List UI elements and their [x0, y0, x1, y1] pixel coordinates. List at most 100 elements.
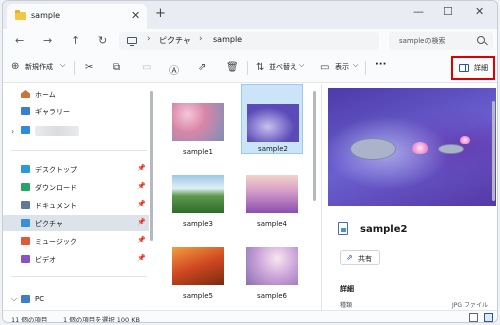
- sidebar-scrollbar[interactable]: [150, 91, 153, 241]
- file-item[interactable]: sample2: [241, 84, 303, 154]
- sidebar-item-documents[interactable]: ドキュメント 📌: [3, 197, 149, 213]
- chevron-right-icon: ›: [147, 34, 151, 44]
- cut-icon[interactable]: ✂: [85, 62, 93, 73]
- preview-pane: sample2 ⇗ 共有 詳細 種類 JPG ファイル: [321, 84, 497, 310]
- search-input[interactable]: sampleの検索: [389, 32, 493, 50]
- file-explorer-window: sample ✕ + — ☐ ✕ ← → ↑ ↻ › ピクチャ › sample…: [2, 0, 498, 323]
- pin-icon: 📌: [137, 200, 146, 208]
- share-icon[interactable]: ⇗: [198, 62, 206, 73]
- pc-icon: [21, 295, 30, 303]
- details-pane-button[interactable]: 詳細: [451, 56, 495, 80]
- status-bar: 11 個の項目 1 個の項目を選択 100 KB: [3, 310, 497, 323]
- refresh-icon[interactable]: ↻: [98, 34, 107, 47]
- tab-sample[interactable]: sample ✕: [7, 4, 147, 29]
- share-button[interactable]: ⇗ 共有: [340, 250, 380, 265]
- file-grid: sample1 sample2 sample3 sample4 sample5 …: [155, 84, 321, 310]
- sidebar-item-label: ギャラリー: [35, 108, 70, 116]
- more-options-button[interactable]: ···: [375, 59, 386, 70]
- minimize-icon[interactable]: —: [413, 5, 424, 18]
- paste-icon[interactable]: ▭: [142, 62, 151, 73]
- sidebar-item-account[interactable]: [3, 122, 149, 138]
- sidebar-item-downloads[interactable]: ダウンロード 📌: [3, 179, 149, 195]
- home-icon: [21, 90, 30, 98]
- video-icon: [21, 255, 30, 263]
- gallery-icon: [21, 107, 30, 115]
- sidebar-item-label: ドキュメント: [35, 202, 77, 210]
- rename-icon[interactable]: Ⓐ: [169, 62, 179, 77]
- breadcrumb[interactable]: › ピクチャ › sample: [119, 32, 379, 50]
- address-bar: ← → ↑ ↻ › ピクチャ › sample sampleの検索: [3, 29, 497, 53]
- thumbnail: [172, 103, 224, 141]
- pin-icon: 📌: [137, 236, 146, 244]
- divider: [247, 61, 248, 75]
- tab-title: sample: [31, 11, 61, 20]
- sidebar-item-videos[interactable]: ビデオ 📌: [3, 251, 149, 267]
- detail-value: JPG ファイル: [452, 302, 488, 309]
- preview-file-name: sample2: [360, 224, 408, 235]
- sidebar-item-label: ミュージック: [35, 238, 77, 246]
- file-name: sample3: [183, 220, 213, 228]
- file-item[interactable]: sample6: [241, 242, 303, 312]
- details-heading: 詳細: [340, 285, 354, 293]
- thumbnail: [246, 175, 298, 213]
- chevron-down-icon: ⌵: [299, 61, 305, 69]
- large-icons-view-icon[interactable]: [484, 313, 493, 322]
- sidebar-item-label: ホーム: [35, 91, 56, 99]
- close-icon[interactable]: ✕: [475, 5, 484, 18]
- file-item[interactable]: sample1: [167, 98, 229, 168]
- detail-key: 種類: [340, 302, 353, 309]
- file-item[interactable]: sample4: [241, 170, 303, 240]
- sidebar-item-label: ピクチャ: [35, 220, 63, 228]
- pin-icon: 📌: [137, 182, 146, 190]
- breadcrumb-pictures[interactable]: ピクチャ: [159, 35, 191, 46]
- sort-button[interactable]: 並べ替え: [269, 62, 297, 72]
- file-name: sample6: [257, 292, 287, 300]
- music-icon: [21, 237, 30, 245]
- preview-image: [328, 88, 496, 206]
- copy-icon[interactable]: ⧉: [113, 62, 120, 73]
- divider: [74, 61, 75, 75]
- sidebar-item-music[interactable]: ミュージック 📌: [3, 233, 149, 249]
- search-icon: [477, 36, 485, 44]
- new-tab-button[interactable]: +: [155, 6, 166, 21]
- file-item[interactable]: sample5: [167, 242, 229, 312]
- thumbnail: [172, 247, 224, 285]
- divider: [11, 150, 147, 151]
- thumbnail: [246, 247, 298, 285]
- file-item[interactable]: sample3: [167, 170, 229, 240]
- tab-close-icon[interactable]: ✕: [131, 9, 140, 22]
- chevron-down-icon: ⌵: [60, 61, 66, 69]
- preview-scrollbar[interactable]: [492, 101, 495, 201]
- lily-pad: [438, 144, 464, 154]
- sidebar-item-desktop[interactable]: デスクトップ 📌: [3, 161, 149, 177]
- thumbnail: [247, 104, 299, 142]
- content-scrollbar[interactable]: [313, 91, 316, 201]
- navigation-pane: ホーム ギャラリー › デスクトップ 📌 ダウンロード 📌 ドキュメント 📌 ピ…: [3, 84, 151, 310]
- up-icon[interactable]: ↑: [71, 34, 80, 47]
- selection-info: 1 個の項目を選択 100 KB: [63, 316, 140, 323]
- sidebar-item-label: ビデオ: [35, 256, 56, 264]
- breadcrumb-sample[interactable]: sample: [213, 35, 242, 44]
- redacted-name: [35, 126, 79, 136]
- view-button[interactable]: 表示: [335, 62, 349, 72]
- pin-icon: 📌: [137, 254, 146, 262]
- sidebar-item-home[interactable]: ホーム: [3, 86, 149, 102]
- chevron-right-icon: ›: [199, 34, 203, 44]
- command-bar: ⊕ 新規作成 ⌵ ✂ ⧉ ▭ Ⓐ ⇗ 🗑 ⇅ 並べ替え ⌵ ▭ 表示 ⌵ ···…: [3, 53, 497, 83]
- file-name: sample4: [257, 220, 287, 228]
- new-button[interactable]: 新規作成: [25, 62, 53, 72]
- sidebar-item-gallery[interactable]: ギャラリー: [3, 103, 149, 119]
- folder-icon: [15, 10, 26, 20]
- view-icon: ▭: [320, 62, 330, 73]
- forward-icon[interactable]: →: [43, 34, 52, 47]
- divider: [365, 61, 366, 75]
- maximize-icon[interactable]: ☐: [443, 5, 453, 18]
- sidebar-item-pictures[interactable]: ピクチャ 📌: [3, 215, 149, 231]
- sort-icon: ⇅: [256, 62, 265, 73]
- details-view-icon[interactable]: [469, 313, 478, 322]
- delete-icon[interactable]: 🗑: [226, 62, 239, 73]
- lotus-flower: [460, 136, 470, 144]
- pin-icon: 📌: [137, 164, 146, 172]
- sidebar-item-pc[interactable]: PC: [3, 291, 149, 307]
- back-icon[interactable]: ←: [15, 34, 24, 47]
